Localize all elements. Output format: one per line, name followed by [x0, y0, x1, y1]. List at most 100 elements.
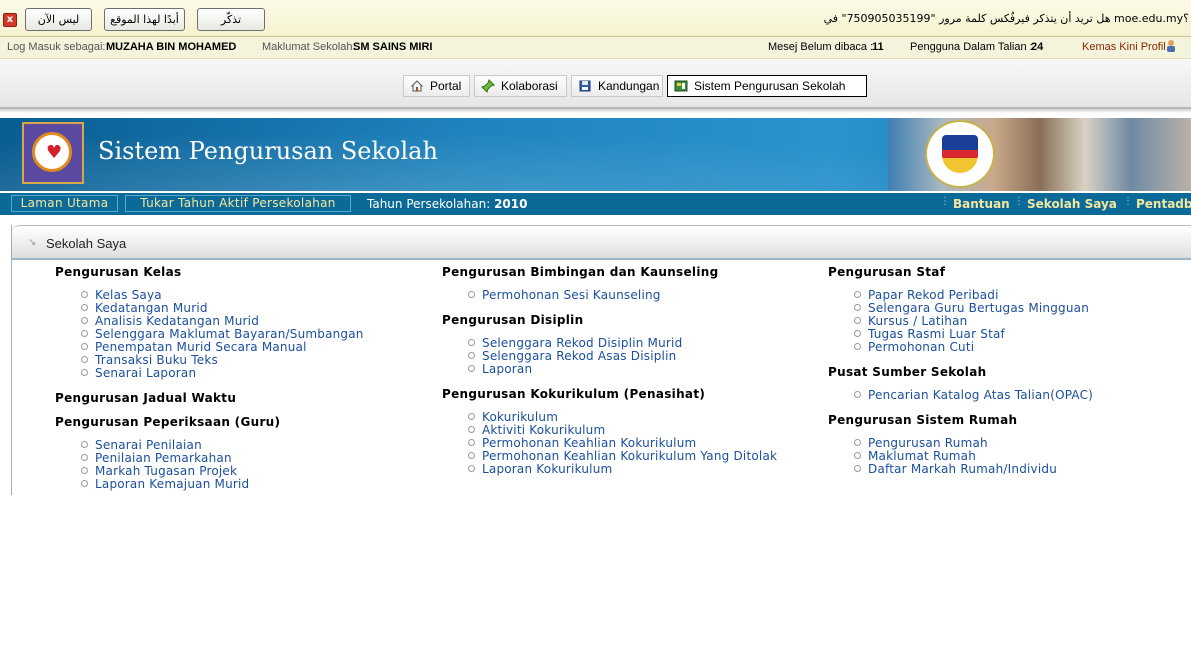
menu-item-link[interactable]: Laporan Kemajuan Murid: [95, 477, 249, 491]
menu-item-link[interactable]: Senarai Laporan: [95, 366, 196, 380]
tab-sistem-pengurusan-sekolah[interactable]: Sistem Pengurusan Sekolah: [667, 75, 867, 97]
admin-link[interactable]: Pentadbi: [1136, 197, 1191, 211]
bullet-icon: [854, 452, 861, 459]
bullet-icon: [468, 352, 475, 359]
section-title: Pengurusan Jadual Waktu: [55, 391, 237, 405]
menu-item-link[interactable]: Selengara Guru Bertugas Mingguan: [868, 301, 1089, 315]
menu-item-link[interactable]: Maklumat Rumah: [868, 449, 976, 463]
section-title: Pengurusan Sistem Rumah: [828, 413, 1018, 427]
nav-shadow: [0, 109, 1191, 113]
menu-item-link[interactable]: Laporan: [482, 362, 532, 376]
tab-kolaborasi[interactable]: Kolaborasi: [474, 75, 567, 97]
tab-portal[interactable]: Portal: [403, 75, 470, 97]
school-name: SM SAINS MIRI: [353, 41, 433, 53]
sps-logo: ♥: [22, 122, 84, 184]
bullet-icon: [81, 454, 88, 461]
bullet-icon: [81, 304, 88, 311]
user-profile-icon[interactable]: [1165, 39, 1177, 56]
unread-messages-label: Mesej Belum dibaca :: [768, 41, 874, 53]
bullet-icon: [81, 356, 88, 363]
school-year-value: 2010: [494, 197, 528, 211]
menu-item-link[interactable]: Selenggara Rekod Disiplin Murid: [482, 336, 682, 350]
menu-item-link[interactable]: Kelas Saya: [95, 288, 162, 302]
banner-title: Sistem Pengurusan Sekolah: [98, 137, 438, 165]
bullet-icon: [468, 339, 475, 346]
menu-item-link[interactable]: Penempatan Murid Secara Manual: [95, 340, 307, 354]
never-for-site-button[interactable]: أبدًا لهذا الموقع: [104, 8, 185, 31]
menu-item-link[interactable]: Pengurusan Rumah: [868, 436, 988, 450]
tab-sistem-label: Sistem Pengurusan Sekolah: [694, 79, 846, 93]
menu-item-link[interactable]: Aktiviti Kokurikulum: [482, 423, 605, 437]
home-link[interactable]: Laman Utama: [11, 195, 118, 212]
menu-item-link[interactable]: Permohonan Keahlian Kokurikulum: [482, 436, 696, 450]
bullet-icon: [854, 343, 861, 350]
tab-kandungan[interactable]: Kandungan: [571, 75, 663, 97]
bullet-icon: [468, 413, 475, 420]
menu-item-link[interactable]: Pencarian Katalog Atas Talian(OPAC): [868, 388, 1093, 402]
sub-nav: Laman Utama Tukar Tahun Aktif Persekolah…: [0, 193, 1191, 215]
app-banner: ♥ Sistem Pengurusan Sekolah: [0, 118, 1191, 191]
bullet-icon: [468, 426, 475, 433]
separator-icon: ⋮: [1014, 196, 1024, 207]
help-link[interactable]: Bantuan: [953, 197, 1010, 211]
bullet-icon: [468, 291, 475, 298]
menu-item-link[interactable]: Laporan Kokurikulum: [482, 462, 612, 476]
bullet-icon: [81, 330, 88, 337]
menu-item-link[interactable]: Permohonan Cuti: [868, 340, 974, 354]
menu-item-link[interactable]: Kedatangan Murid: [95, 301, 208, 315]
not-now-button[interactable]: ليس الآن: [25, 8, 92, 31]
menu-item-link[interactable]: Kursus / Latihan: [868, 314, 967, 328]
bullet-icon: [854, 439, 861, 446]
menu-item-link[interactable]: Permohonan Sesi Kaunseling: [482, 288, 661, 302]
separator-icon: ⋮: [1123, 196, 1133, 207]
bullet-icon: [854, 330, 861, 337]
bullet-icon: [81, 291, 88, 298]
school-info-label: Maklumat Sekolah:: [262, 41, 356, 53]
bullet-icon: [468, 365, 475, 372]
section-title: Pengurusan Disiplin: [442, 313, 584, 327]
bullet-icon: [468, 465, 475, 472]
collapse-arrow-icon[interactable]: ↘: [28, 237, 36, 248]
bullet-icon: [468, 439, 475, 446]
update-profile-link[interactable]: Kemas Kini Profil: [1082, 41, 1166, 53]
bullet-icon: [81, 480, 88, 487]
menu-item-link[interactable]: Penilaian Pemarkahan: [95, 451, 232, 465]
menu-item-link[interactable]: Transaksi Buku Teks: [95, 353, 218, 367]
user-info-bar: Log Masuk sebagai: MUZAHA BIN MOHAMED Ma…: [0, 37, 1191, 59]
menu-item-link[interactable]: Markah Tugasan Projek: [95, 464, 237, 478]
bullet-icon: [854, 317, 861, 324]
unread-messages-count: 11: [872, 41, 884, 53]
close-notification-icon[interactable]: x: [3, 13, 17, 27]
menu-item-link[interactable]: Analisis Kedatangan Murid: [95, 314, 259, 328]
remember-password-button[interactable]: تذكّر: [197, 8, 265, 31]
panel-title: Sekolah Saya: [46, 236, 127, 251]
password-prompt-message: هل تريد أن يتذكر فيرفُكس كلمة مرور "7509…: [823, 12, 1189, 25]
tab-kolaborasi-label: Kolaborasi: [501, 79, 558, 93]
menu-item-link[interactable]: Daftar Markah Rumah/Individu: [868, 462, 1057, 476]
menu-item-link[interactable]: Selenggara Maklumat Bayaran/Sumbangan: [95, 327, 364, 341]
menu-item-link[interactable]: Permohonan Keahlian Kokurikulum Yang Dit…: [482, 449, 777, 463]
bullet-icon: [81, 441, 88, 448]
bullet-icon: [854, 391, 861, 398]
section-title: Pusat Sumber Sekolah: [828, 365, 987, 379]
panel-header: ↘ Sekolah Saya: [12, 225, 1191, 260]
school-year: Tahun Persekolahan: 2010: [367, 197, 527, 211]
change-active-year-link[interactable]: Tukar Tahun Aktif Persekolahan: [125, 195, 351, 212]
login-label: Log Masuk sebagai:: [7, 41, 106, 53]
menu-item-link[interactable]: Papar Rekod Peribadi: [868, 288, 999, 302]
heart-icon: ♥: [46, 142, 63, 163]
section-title: Pengurusan Staf: [828, 265, 946, 279]
online-users-count: 24: [1031, 41, 1044, 53]
menu-item-link[interactable]: Kokurikulum: [482, 410, 558, 424]
menu-item-link[interactable]: Tugas Rasmi Luar Staf: [868, 327, 1005, 341]
menu-item-link[interactable]: Senarai Penilaian: [95, 438, 202, 452]
app-icon: [674, 79, 688, 93]
tab-kandungan-label: Kandungan: [598, 79, 660, 93]
my-school-link[interactable]: Sekolah Saya: [1027, 197, 1117, 211]
portal-top-nav: Portal Kolaborasi Kandungan Sistem Pengu…: [0, 60, 1191, 113]
bullet-icon: [81, 369, 88, 376]
tab-portal-label: Portal: [430, 79, 462, 93]
menu-item-link[interactable]: Selenggara Rekod Asas Disiplin: [482, 349, 676, 363]
disk-icon: [578, 79, 592, 93]
logo-ring: ♥: [32, 132, 72, 172]
